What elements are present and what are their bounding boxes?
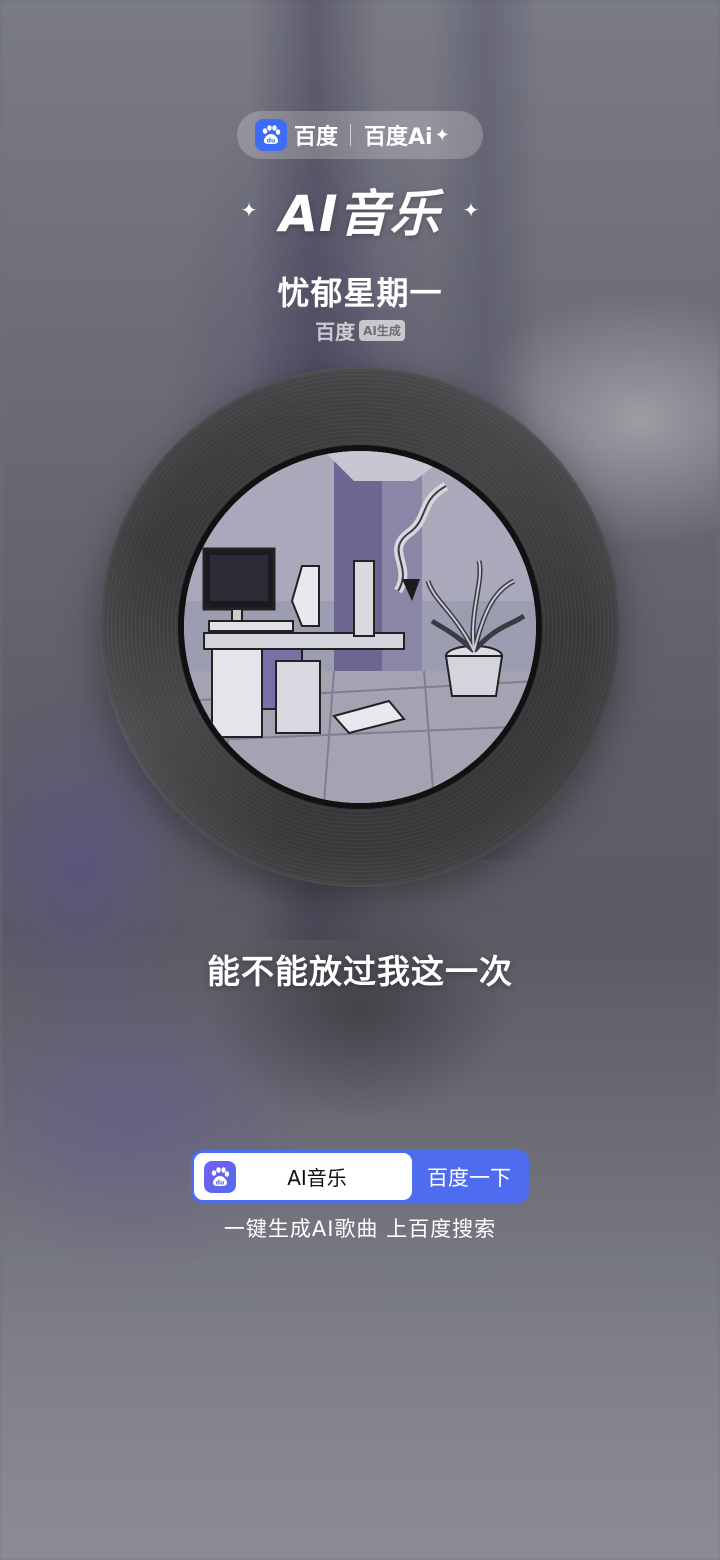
current-lyric: 能不能放过我这一次 [207,952,513,991]
baidu-paw-icon: du [255,119,287,151]
vinyl-record[interactable] [100,367,620,887]
svg-text:du: du [216,1179,225,1186]
sparkle-icon: ✦ [462,198,480,222]
page-title-row: ✦ AI音乐 ✦ [0,178,720,243]
song-credit: 百度 AI生成 [0,316,720,345]
credit-brand: 百度 [315,320,356,344]
song-title: 忧郁星期一 [277,274,443,312]
search-bar: du AI音乐 百度一下 [191,1150,529,1203]
sparkle-icon: ✦ [434,124,450,146]
brand-name: 百度 [294,125,339,150]
search-value: AI音乐 [287,1166,347,1190]
search-button[interactable]: 百度一下 [412,1153,526,1200]
brand-pill: du 百度 百度Ai ✦ [237,111,483,159]
brand-divider [350,124,352,146]
sparkle-icon: ✦ [240,198,258,222]
ai-generated-badge: AI生成 [359,320,405,341]
search-input[interactable]: du AI音乐 [194,1153,412,1200]
svg-text:du: du [267,138,276,145]
album-cover [178,445,542,809]
search-tagline: 一键生成AI歌曲 上百度搜索 [223,1217,497,1241]
background-floor [0,1240,720,1560]
page-title: AI音乐 [279,185,441,243]
brand-ai-label: 百度Ai [364,125,433,150]
baidu-paw-icon: du [204,1160,236,1193]
